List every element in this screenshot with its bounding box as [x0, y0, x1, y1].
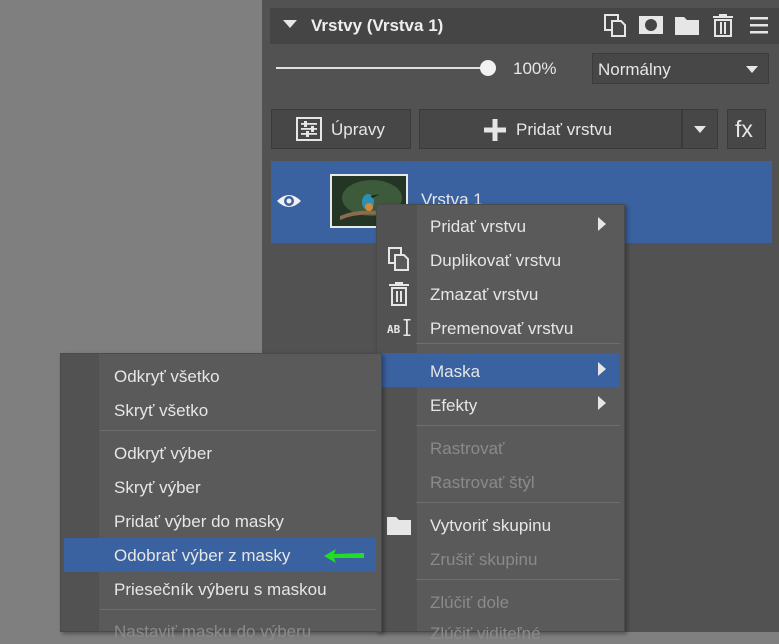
pointer-arrow-icon — [324, 549, 364, 563]
blend-mode-select[interactable]: Normálny — [592, 53, 769, 84]
collapse-caret-icon[interactable] — [283, 20, 297, 28]
opacity-slider-thumb[interactable] — [480, 60, 496, 76]
folder-icon[interactable] — [674, 13, 700, 37]
menu-item-delete-layer[interactable]: Zmazať vrstvu — [430, 285, 538, 305]
eye-icon[interactable] — [276, 191, 302, 211]
add-layer-label: Pridať vrstvu — [516, 120, 613, 139]
adjustments-label: Úpravy — [331, 120, 385, 139]
menu-icon[interactable] — [746, 13, 772, 37]
menu-item-rasterize-style: Rastrovať štýl — [430, 473, 535, 492]
menu-item-merge-down: Zlúčiť dole — [430, 593, 510, 612]
menu-item-add-layer[interactable]: Pridať vrstvu — [430, 217, 526, 237]
svg-text:AB: AB — [387, 323, 401, 336]
chevron-down-icon — [746, 66, 758, 73]
adjustments-icon — [296, 117, 322, 141]
menu-item-subtract-selection-from-mask[interactable]: Odobrať výber z masky — [114, 546, 290, 566]
chevron-right-icon — [598, 217, 606, 231]
menu-item-mask[interactable]: Maska — [430, 362, 480, 382]
menu-separator — [416, 579, 620, 580]
menu-item-reveal-all[interactable]: Odkryť všetko — [114, 367, 220, 387]
menu-separator — [100, 430, 376, 431]
menu-item-duplicate-layer[interactable]: Duplikovať vrstvu — [430, 251, 561, 271]
menu-item-mask-highlight[interactable] — [380, 353, 620, 387]
adjustments-button[interactable]: Úpravy — [271, 109, 411, 149]
chevron-down-icon — [694, 126, 706, 133]
plus-icon — [484, 119, 506, 141]
menu-item-hide-selection[interactable]: Skryť výber — [114, 478, 201, 498]
opacity-slider[interactable] — [276, 67, 490, 69]
menu-item-intersect-selection-with-mask[interactable]: Priesečník výberu s maskou — [114, 580, 327, 600]
menu-separator — [100, 609, 376, 610]
menu-separator — [416, 343, 620, 344]
menu-separator — [416, 502, 620, 503]
trash-icon — [389, 282, 409, 306]
duplicate-icon[interactable] — [602, 13, 628, 37]
chevron-right-icon — [598, 362, 606, 376]
chevron-right-icon — [598, 396, 606, 410]
opacity-value: 100% — [513, 59, 557, 78]
menu-item-rename-layer[interactable]: Premenovať vrstvu — [430, 319, 573, 339]
menu-item-create-group[interactable]: Vytvoriť skupinu — [430, 516, 551, 536]
duplicate-icon — [388, 247, 409, 271]
folder-icon — [387, 517, 411, 535]
menu-item-hide-all[interactable]: Skryť všetko — [114, 401, 208, 421]
mask-icon[interactable] — [638, 13, 664, 37]
fx-label: fx — [735, 116, 753, 142]
menu-separator — [416, 425, 620, 426]
trash-icon[interactable] — [710, 13, 736, 37]
menu-item-effects[interactable]: Efekty — [430, 396, 477, 416]
menu-item-merge-visible: Zlúčiť viditeľné — [430, 624, 541, 643]
rename-icon: AB — [387, 319, 411, 336]
fx-button[interactable]: fx — [727, 109, 766, 149]
menu-item-add-selection-to-mask[interactable]: Pridať výber do masky — [114, 512, 284, 532]
panel-title: Vrstvy (Vrstva 1) — [311, 16, 444, 35]
menu-item-set-mask-to-selection: Nastaviť masku do výberu — [114, 622, 312, 641]
add-layer-button[interactable]: Pridať vrstvu — [419, 109, 682, 149]
menu-item-ungroup: Zrušiť skupinu — [430, 550, 538, 569]
blend-mode-value: Normálny — [598, 60, 671, 79]
add-layer-dropdown[interactable] — [682, 109, 718, 149]
menu-item-rasterize: Rastrovať — [430, 439, 505, 458]
menu-item-reveal-selection[interactable]: Odkryť výber — [114, 444, 212, 464]
